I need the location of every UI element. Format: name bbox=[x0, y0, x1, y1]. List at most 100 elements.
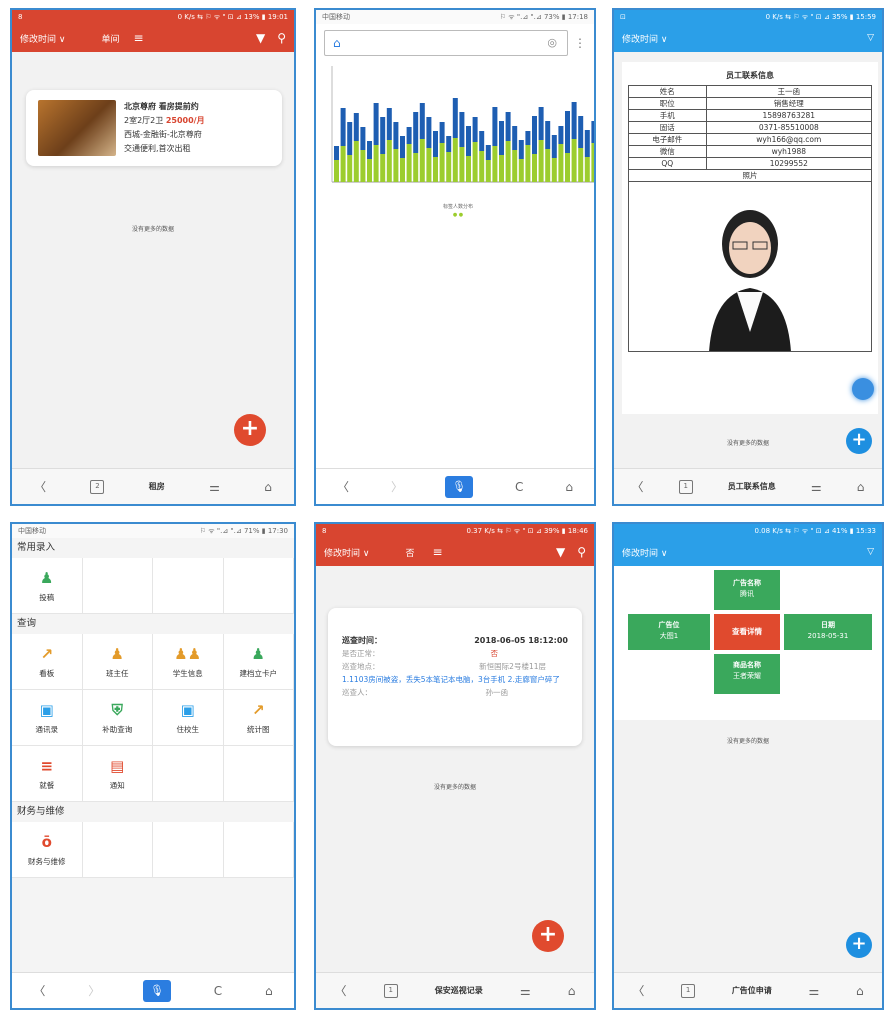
menu-item[interactable]: ≡ 就餐 bbox=[12, 746, 83, 802]
menu-item[interactable]: ▣ 通讯录 bbox=[12, 690, 83, 746]
bar-segment bbox=[393, 149, 399, 182]
home-icon[interactable]: ⌂ bbox=[264, 480, 272, 494]
listing-card[interactable]: 北京尊府 看房提前约 2室2厅2卫 25000/月 西城-金融街-北京尊府 交通… bbox=[26, 90, 282, 166]
tabs-icon[interactable]: 1 bbox=[681, 983, 696, 998]
back-icon[interactable]: 〈 bbox=[632, 478, 644, 495]
floating-ball[interactable] bbox=[852, 378, 874, 400]
top-bar: 修改时间 ∨ 否 ≡ ▼ ⚲ bbox=[316, 538, 594, 566]
menu-lines-icon[interactable]: ⚌ bbox=[520, 984, 531, 998]
bar-segment bbox=[485, 145, 491, 160]
filter-label[interactable]: 单间 bbox=[101, 32, 119, 45]
tabs-icon[interactable]: 1 bbox=[678, 479, 693, 494]
tabs-icon[interactable]: 2 bbox=[90, 479, 105, 494]
bar-segment bbox=[591, 121, 594, 143]
menu-item[interactable]: ♟♟ 学生信息 bbox=[153, 634, 224, 690]
view-detail-button[interactable]: 查看详情 bbox=[714, 614, 780, 650]
place-value: 新恒国际2号楼11层 bbox=[479, 662, 546, 671]
more-icon[interactable]: ⋮ bbox=[574, 36, 586, 50]
menu-item-label: 补助查询 bbox=[102, 724, 133, 734]
menu-icon[interactable]: ≡ bbox=[432, 545, 442, 559]
menu-item[interactable]: ♟ 班主任 bbox=[82, 634, 153, 690]
bar-segment bbox=[505, 141, 511, 182]
bar-segment bbox=[439, 143, 445, 182]
bar-segment bbox=[452, 98, 458, 138]
bar-segment bbox=[472, 142, 478, 182]
home-icon[interactable]: ⌂ bbox=[565, 480, 573, 494]
home-icon[interactable]: ⌂ bbox=[568, 984, 576, 998]
employee-card[interactable]: 员工联系信息 姓名 王一函 职位 销售经理 手机 15898763281 固话 0371-85… bbox=[622, 62, 878, 414]
add-button[interactable]: + bbox=[846, 932, 872, 958]
menu-lines-icon[interactable]: ⚌ bbox=[809, 984, 820, 998]
mic-button[interactable]: 🎙 bbox=[142, 979, 171, 1002]
add-button[interactable]: + bbox=[846, 428, 872, 454]
refresh-icon[interactable]: C bbox=[214, 984, 222, 998]
camera-icon[interactable]: ◎ bbox=[547, 36, 557, 49]
menu-item[interactable]: ♟ 投稿 bbox=[12, 558, 83, 614]
search-icon[interactable]: ⚲ bbox=[277, 31, 286, 45]
bar-segment bbox=[400, 158, 405, 182]
bar-segment bbox=[413, 153, 419, 182]
info-value: 王一函 bbox=[705, 85, 873, 98]
home-icon[interactable]: ⌂ bbox=[333, 36, 341, 50]
filter-icon[interactable]: ▽ bbox=[867, 33, 874, 43]
bar-segment bbox=[479, 131, 485, 151]
forward-icon[interactable]: 〉 bbox=[88, 982, 100, 999]
filter-label[interactable]: 否 bbox=[405, 546, 414, 559]
sort-dropdown[interactable]: 修改时间 ∨ bbox=[20, 32, 65, 45]
back-icon[interactable]: 〈 bbox=[34, 478, 46, 495]
mic-button[interactable]: 🎙 bbox=[444, 475, 473, 498]
back-icon[interactable]: 〈 bbox=[632, 982, 644, 999]
filter-icon[interactable]: ▼ bbox=[256, 31, 265, 45]
slot-label: 广告位 bbox=[658, 621, 680, 629]
menu-item-label: 通讯录 bbox=[35, 724, 59, 734]
sort-dropdown[interactable]: 修改时间 ∨ bbox=[622, 32, 667, 45]
home-icon[interactable]: ⌂ bbox=[857, 480, 865, 494]
search-icon[interactable]: ⚲ bbox=[577, 545, 586, 559]
menu-item[interactable]: ▤ 通知 bbox=[82, 746, 153, 802]
ad-name-cell: 广告名称 腾讯 bbox=[714, 570, 780, 610]
bar-segment bbox=[419, 139, 425, 182]
axis-title: 标签人数分布 bbox=[443, 203, 473, 210]
patrol-card[interactable]: 巡查时间： 2018-06-05 18:12:00 是否正常： 否 巡查地点： 新恒国… bbox=[328, 608, 582, 746]
tabs-icon[interactable]: 1 bbox=[383, 983, 398, 998]
menu-item-icon: ō bbox=[41, 832, 52, 851]
bar-segment bbox=[565, 111, 570, 153]
menu-lines-icon[interactable]: ⚌ bbox=[811, 480, 822, 494]
bar-segment bbox=[499, 121, 504, 155]
add-button[interactable]: + bbox=[234, 414, 266, 446]
bar-segment bbox=[538, 140, 544, 182]
back-icon[interactable]: 〈 bbox=[335, 982, 347, 999]
sort-dropdown[interactable]: 修改时间 ∨ bbox=[622, 546, 667, 559]
menu-item[interactable]: ⛨ 补助查询 bbox=[82, 690, 153, 746]
bar-segment bbox=[400, 136, 405, 158]
info-value: 15898763281 bbox=[705, 109, 873, 122]
forward-icon[interactable]: 〉 bbox=[391, 478, 403, 495]
menu-item[interactable]: ♟ 建档立卡户 bbox=[223, 634, 294, 690]
bottom-nav: 〈 2 租房 ⚌ ⌂ bbox=[12, 468, 294, 504]
add-button[interactable]: + bbox=[532, 920, 564, 952]
no-more-text: 没有更多的数据 bbox=[131, 226, 174, 233]
grid-common: ♟ 投稿 bbox=[12, 558, 294, 614]
filter-icon[interactable]: ▼ bbox=[556, 545, 565, 559]
bar-segment bbox=[558, 144, 564, 182]
menu-item[interactable]: ▣ 住校生 bbox=[153, 690, 224, 746]
menu-item[interactable]: ō 财务与维修 bbox=[12, 822, 83, 878]
home-icon[interactable]: ⌂ bbox=[856, 984, 864, 998]
back-icon[interactable]: 〈 bbox=[337, 478, 349, 495]
status-bar: 8 0 K/s ⇆ ⚐ ᯤ " ⊡ ⊿ 13% ▮ 19:01 bbox=[12, 10, 294, 24]
info-key: 手机 bbox=[628, 109, 707, 122]
address-bar[interactable]: ⌂ ◎ bbox=[324, 30, 568, 56]
filter-icon[interactable]: ▽ bbox=[867, 547, 874, 557]
sort-dropdown[interactable]: 修改时间 ∨ bbox=[324, 546, 369, 559]
refresh-icon[interactable]: C bbox=[515, 480, 523, 494]
bar-segment bbox=[499, 155, 504, 182]
menu-lines-icon[interactable]: ⚌ bbox=[209, 480, 220, 494]
phone-chart: 中国移动 ⚐ ᯤ ".⊿ ".⊿ 73% ▮ 17:18 ⌂ ◎ ⋮ 标签人数分布… bbox=[314, 8, 596, 506]
menu-item[interactable]: ↗ 看板 bbox=[12, 634, 83, 690]
menu-item[interactable]: ↗ 统计图 bbox=[223, 690, 294, 746]
status-left: 中国移动 bbox=[322, 13, 350, 21]
menu-icon[interactable]: ≡ bbox=[133, 31, 143, 45]
menu-item-icon: ♟ bbox=[251, 644, 265, 663]
home-icon[interactable]: ⌂ bbox=[265, 984, 273, 998]
back-icon[interactable]: 〈 bbox=[33, 982, 45, 999]
